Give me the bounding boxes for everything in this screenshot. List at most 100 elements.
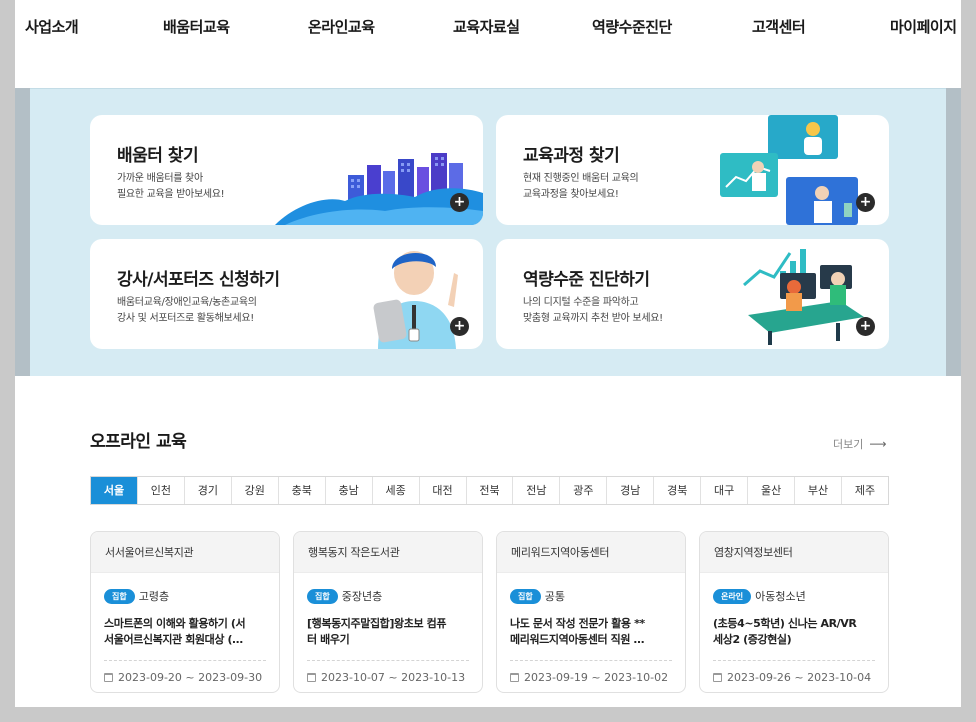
course-target: 공통 (544, 590, 565, 603)
course-title-line: 메리워드지역아동센터 직원 … (510, 633, 645, 646)
card-find-center[interactable]: 배움터 찾기 가까운 배움터를 찾아 필요한 교육을 받아보세요! + (90, 115, 483, 225)
course-target: 고령층 (138, 590, 170, 603)
course-date: 2023-09-19 ~ 2023-10-02 (510, 671, 668, 684)
region-tab[interactable]: 충북 (279, 477, 326, 504)
region-tab[interactable]: 강원 (232, 477, 279, 504)
course-title: 나도 문서 작성 전문가 활용 ** 메리워드지역아동센터 직원 … (510, 616, 676, 648)
course-card[interactable]: 염창지역정보센터 온라인 아동청소년 (초등4~5학년) 신나는 AR/VR 세… (699, 531, 889, 693)
course-center: 서서울어르신복지관 (91, 532, 279, 573)
overlay-left (15, 88, 30, 376)
nav-item-diagnosis[interactable]: 역량수준진단 (592, 16, 672, 37)
region-tab[interactable]: 울산 (748, 477, 796, 504)
nav-item-learning-center[interactable]: 배움터교육 (163, 16, 230, 37)
course-meta: 온라인 아동청소년 (713, 588, 806, 604)
arrow-right-icon: ⟶ (869, 437, 887, 451)
divider (307, 660, 469, 661)
nav-item-support[interactable]: 고객센터 (752, 16, 806, 37)
region-tab[interactable]: 대구 (701, 477, 749, 504)
course-title: (초등4~5학년) 신나는 AR/VR 세상2 (증강현실) (713, 616, 879, 648)
region-tab[interactable]: 경기 (185, 477, 232, 504)
region-tab[interactable]: 경남 (607, 477, 655, 504)
course-date-text: 2023-09-20 ~ 2023-09-30 (118, 671, 263, 684)
course-date-text: 2023-09-26 ~ 2023-10-04 (727, 671, 872, 684)
calendar-icon (713, 673, 722, 682)
course-title: [행복동지주말집합]왕초보 컴퓨 터 배우기 (307, 616, 473, 648)
divider (510, 660, 672, 661)
course-type-badge: 온라인 (713, 588, 752, 604)
card-desc-line: 가까운 배움터를 찾아 (117, 173, 203, 184)
card-desc-line: 나의 디지털 수준을 파악하고 (523, 297, 639, 308)
course-meta: 집합 고령층 (104, 588, 169, 604)
more-label: 더보기 (833, 438, 864, 451)
card-competency-diagnosis[interactable]: 역량수준 진단하기 나의 디지털 수준을 파악하고 맞춤형 교육까지 추천 받아… (496, 239, 889, 349)
card-desc: 현재 진행중인 배움터 교육의 교육과정을 찾아보세요! (523, 171, 639, 203)
region-tab[interactable]: 광주 (560, 477, 608, 504)
plus-button[interactable]: + (856, 317, 875, 336)
course-title-line: 스마트폰의 이해와 활용하기 (서 (104, 617, 246, 630)
course-title: 스마트폰의 이해와 활용하기 (서 서울어르신복지관 회원대상 (… (104, 616, 270, 648)
course-title-line: 서울어르신복지관 회원대상 (… (104, 633, 243, 646)
card-apply-instructor[interactable]: 강사/서포터즈 신청하기 배움터교육/장애인교육/농촌교육의 강사 및 서포터즈… (90, 239, 483, 349)
divider (713, 660, 875, 661)
nav-item-online[interactable]: 온라인교육 (308, 16, 375, 37)
divider (104, 660, 266, 661)
course-meta: 집합 중장년층 (307, 588, 382, 604)
course-type-badge: 집합 (307, 588, 338, 604)
plus-button[interactable]: + (450, 193, 469, 212)
card-find-course[interactable]: 교육과정 찾기 현재 진행중인 배움터 교육의 교육과정을 찾아보세요! + (496, 115, 889, 225)
course-title-line: [행복동지주말집합]왕초보 컴퓨 (307, 617, 447, 630)
card-title: 배움터 찾기 (117, 146, 199, 166)
region-tab[interactable]: 전북 (467, 477, 514, 504)
region-tab[interactable]: 전남 (513, 477, 561, 504)
region-tab[interactable]: 서울 (91, 477, 138, 504)
course-date-text: 2023-10-07 ~ 2023-10-13 (321, 671, 466, 684)
card-desc-line: 현재 진행중인 배움터 교육의 (523, 173, 639, 184)
nav-item-mypage[interactable]: 마이페이지 (890, 16, 957, 37)
calendar-icon (510, 673, 519, 682)
card-title: 교육과정 찾기 (523, 146, 620, 166)
region-tab[interactable]: 충남 (326, 477, 373, 504)
card-desc-line: 배움터교육/장애인교육/농촌교육의 (117, 297, 257, 308)
plus-button[interactable]: + (856, 193, 875, 212)
card-desc-line: 맞춤형 교육까지 추천 받아 보세요! (523, 313, 663, 324)
card-desc: 나의 디지털 수준을 파악하고 맞춤형 교육까지 추천 받아 보세요! (523, 295, 663, 327)
course-center: 행복동지 작은도서관 (294, 532, 482, 573)
section-title: 오프라인 교육 (90, 432, 187, 452)
course-title-line: (초등4~5학년) 신나는 AR/VR (713, 617, 857, 630)
nav-item-about[interactable]: 사업소개 (25, 16, 79, 37)
region-tab[interactable]: 대전 (420, 477, 467, 504)
calendar-icon (104, 673, 113, 682)
card-desc-line: 필요한 교육을 받아보세요! (117, 189, 225, 200)
course-date-text: 2023-09-19 ~ 2023-10-02 (524, 671, 669, 684)
diagnosis-illustration (743, 249, 864, 345)
calendar-icon (307, 673, 316, 682)
course-title-line: 나도 문서 작성 전문가 활용 ** (510, 617, 645, 630)
course-card[interactable]: 행복동지 작은도서관 집합 중장년층 [행복동지주말집합]왕초보 컴퓨 터 배우… (293, 531, 483, 693)
card-desc: 가까운 배움터를 찾아 필요한 교육을 받아보세요! (117, 171, 225, 203)
course-card[interactable]: 서서울어르신복지관 집합 고령층 스마트폰의 이해와 활용하기 (서 서울어르신… (90, 531, 280, 693)
course-center: 메리워드지역아동센터 (497, 532, 685, 573)
region-tab[interactable]: 경북 (654, 477, 702, 504)
region-tab[interactable]: 부산 (795, 477, 842, 504)
city-illustration (275, 153, 483, 225)
course-type-badge: 집합 (510, 588, 541, 604)
course-meta: 집합 공통 (510, 588, 565, 604)
card-desc-line: 교육과정을 찾아보세요! (523, 189, 619, 200)
card-title: 강사/서포터즈 신청하기 (117, 270, 280, 290)
course-date: 2023-10-07 ~ 2023-10-13 (307, 671, 465, 684)
region-tab[interactable]: 세종 (373, 477, 420, 504)
course-date: 2023-09-26 ~ 2023-10-04 (713, 671, 871, 684)
course-title-line: 터 배우기 (307, 633, 350, 646)
region-tabs: 서울 인천 경기 강원 충북 충남 세종 대전 전북 전남 광주 경남 경북 대구 울산 부산 제주 (90, 476, 889, 505)
nav-item-resources[interactable]: 교육자료실 (453, 16, 520, 37)
region-tab[interactable]: 제주 (842, 477, 888, 504)
course-date: 2023-09-20 ~ 2023-09-30 (104, 671, 262, 684)
course-center: 염창지역정보센터 (700, 532, 888, 573)
card-desc-line: 강사 및 서포터즈로 활동해보세요! (117, 313, 254, 324)
plus-button[interactable]: + (450, 317, 469, 336)
course-card[interactable]: 메리워드지역아동센터 집합 공통 나도 문서 작성 전문가 활용 ** 메리워드… (496, 531, 686, 693)
region-tab[interactable]: 인천 (138, 477, 185, 504)
course-type-badge: 집합 (104, 588, 135, 604)
more-link[interactable]: 더보기 ⟶ (833, 436, 887, 452)
instructor-illustration (373, 251, 458, 349)
